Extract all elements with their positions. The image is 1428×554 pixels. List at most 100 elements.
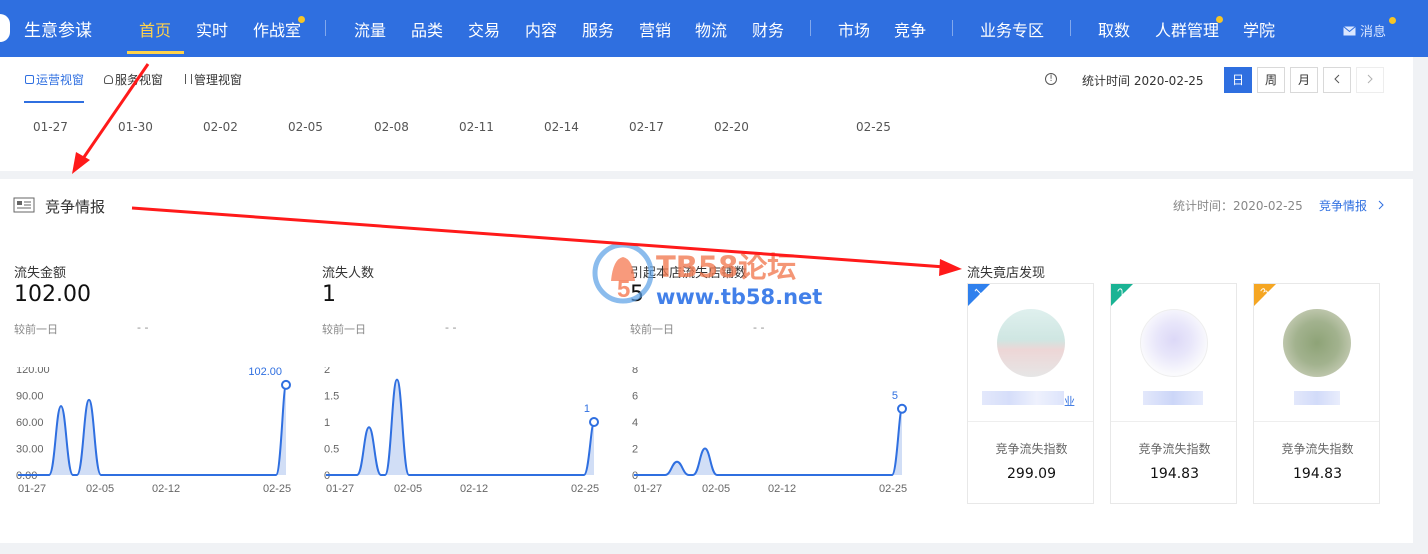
sub-nav: 运营视窗 服务视窗 管理视窗 ! 统计时间 2020-02-25 日 周 月: [0, 57, 1413, 105]
competitor-index-label: 竞争流失指数: [1138, 442, 1211, 456]
info-icon[interactable]: !: [1045, 73, 1057, 85]
tab-manage-view[interactable]: 管理视窗: [185, 71, 242, 88]
competitor-name-blur: [982, 391, 1064, 405]
nav-item-category[interactable]: 品类: [411, 17, 443, 41]
date-tick: 02-20: [714, 120, 749, 134]
nav-item-crowd[interactable]: 人群管理: [1155, 17, 1219, 41]
nav-item-traffic[interactable]: 流量: [354, 17, 386, 41]
section-title: 竞争情报: [45, 198, 106, 216]
nav-item-marketing[interactable]: 营销: [639, 17, 671, 41]
competitor-name: 业: [982, 390, 1080, 408]
series-line: [634, 407, 903, 476]
spark-chart[interactable]: 120.0090.0060.0030.000.0001-27 02-05 02-12…: [10, 367, 305, 507]
card-divider: [968, 421, 1093, 422]
nav-item-business-zone[interactable]: 业务专区: [980, 17, 1044, 41]
nav-item-trade[interactable]: 交易: [468, 17, 500, 41]
nav-item-data-fetch[interactable]: 取数: [1098, 17, 1130, 41]
tab-manage-view-label: 管理视窗: [194, 73, 243, 87]
y-tick-label: 30.00: [16, 444, 44, 456]
spark-chart[interactable]: 8642001-27 02-05 02-12 02-255: [626, 367, 921, 507]
competitor-name-tail: 业: [1064, 395, 1075, 408]
date-tick: 02-08: [374, 120, 409, 134]
y-tick-label: 2: [324, 367, 330, 376]
tab-active-underline: [24, 101, 84, 103]
spark-chart[interactable]: 21.510.5001-27 02-05 02-12 02-251: [318, 367, 613, 507]
watermark-url: www.tb58.net: [656, 285, 823, 309]
competitor-index-label: 竞争流失指数: [995, 442, 1068, 456]
metric-label: 流失人数: [322, 266, 375, 281]
date-tick: 01-27: [33, 120, 68, 134]
period-week-button[interactable]: 周: [1257, 67, 1285, 93]
end-point[interactable]: [281, 379, 291, 390]
app-logo[interactable]: 生意参谋: [0, 14, 92, 42]
period-month-button[interactable]: 月: [1290, 67, 1318, 93]
competitor-card[interactable]: 1 业 竞争流失指数 299.09: [967, 283, 1094, 504]
y-tick-label: 4: [632, 417, 638, 429]
y-tick-label: 60.00: [16, 417, 44, 429]
competitor-index-value: 194.83: [1293, 466, 1342, 482]
nav-item-home[interactable]: 首页: [139, 17, 171, 41]
y-tick-label: 6: [632, 391, 638, 403]
competition-intel-card: 竞争情报 统计时间：2020-02-25 竞争情报 流失金额 102.00 较前…: [0, 179, 1413, 543]
end-point[interactable]: [897, 403, 907, 414]
y-tick-label: 90.00: [16, 391, 44, 403]
metric-label: 流失金额: [14, 266, 67, 281]
nav-item-content[interactable]: 内容: [525, 17, 557, 41]
nav-item-market[interactable]: 市场: [838, 17, 870, 41]
ops-view-icon: [25, 75, 34, 84]
metric-value: 102.00: [14, 282, 91, 307]
nav-item-academy[interactable]: 学院: [1243, 17, 1275, 41]
nav-item-realtime[interactable]: 实时: [196, 17, 228, 41]
date-tick: 02-25: [856, 120, 891, 134]
x-tick-label: 01-27: [634, 483, 662, 495]
nav-separator: [952, 20, 953, 36]
nav-item-service[interactable]: 服务: [582, 17, 614, 41]
message-dot: [1389, 17, 1396, 24]
tab-service-view-label: 服务视窗: [115, 73, 164, 87]
metric-compare-label: 较前一日: [630, 323, 674, 336]
end-point[interactable]: [589, 417, 599, 427]
y-tick-label: 8: [632, 367, 638, 376]
metric-compare-label: 较前一日: [14, 323, 58, 336]
competitor-card[interactable]: 2 竞争流失指数 194.83: [1110, 283, 1237, 504]
metric-compare-label: 较前一日: [322, 323, 366, 336]
tab-service-view[interactable]: 服务视窗: [104, 71, 163, 88]
chevron-left-icon: [1334, 74, 1340, 84]
nav-item-logistics[interactable]: 物流: [695, 17, 727, 41]
x-tick-label: 02-05: [702, 483, 730, 495]
app-root: 生意参谋 首页 实时 作战室 流量 品类 交易 内容 服务 营销 物流 财务 市…: [0, 0, 1428, 554]
x-tick-label: 02-25: [263, 483, 291, 495]
competitor-card[interactable]: 3 竞争流失指数 194.83: [1253, 283, 1380, 504]
metric-compare-value: - -: [753, 321, 765, 334]
competitor-name: [1125, 390, 1223, 406]
card-divider: [1254, 421, 1379, 422]
chevron-right-icon: [1367, 74, 1373, 84]
next-date-button[interactable]: [1356, 67, 1384, 93]
date-tick: 02-14: [544, 120, 579, 134]
competitor-index-value: 299.09: [1007, 466, 1056, 482]
tab-ops-view-label: 运营视窗: [36, 73, 85, 87]
prev-date-button[interactable]: [1323, 67, 1351, 93]
end-value-label: 5: [892, 390, 898, 402]
headset-icon: [104, 75, 113, 84]
nav-item-war-room[interactable]: 作战室: [253, 17, 301, 41]
nav-item-competition[interactable]: 竞争: [894, 17, 926, 41]
competition-intel-link[interactable]: 竞争情报: [1319, 197, 1385, 214]
nav-item-finance[interactable]: 财务: [752, 17, 784, 41]
section-intel-icon: [13, 197, 35, 213]
period-day-button[interactable]: 日: [1224, 67, 1252, 93]
tab-ops-view[interactable]: 运营视窗: [25, 71, 84, 88]
x-tick-label: 02-25: [879, 483, 907, 495]
y-tick-label: 120.00: [16, 367, 50, 376]
y-tick-label: 1.5: [324, 391, 339, 403]
competitor-section-title: 流失竟店发现: [967, 266, 1046, 281]
message-button[interactable]: 消息: [1343, 21, 1386, 40]
series-area: [326, 379, 594, 475]
metric-compare-value: - -: [445, 321, 457, 334]
competitor-index-label: 竞争流失指数: [1281, 442, 1354, 456]
date-tick: 02-17: [629, 120, 664, 134]
x-tick-label: 02-05: [86, 483, 114, 495]
competitor-name-blur: [1143, 391, 1203, 405]
watermark-logo-digit: 5: [617, 276, 630, 303]
competitor-name-blur: [1294, 391, 1340, 405]
